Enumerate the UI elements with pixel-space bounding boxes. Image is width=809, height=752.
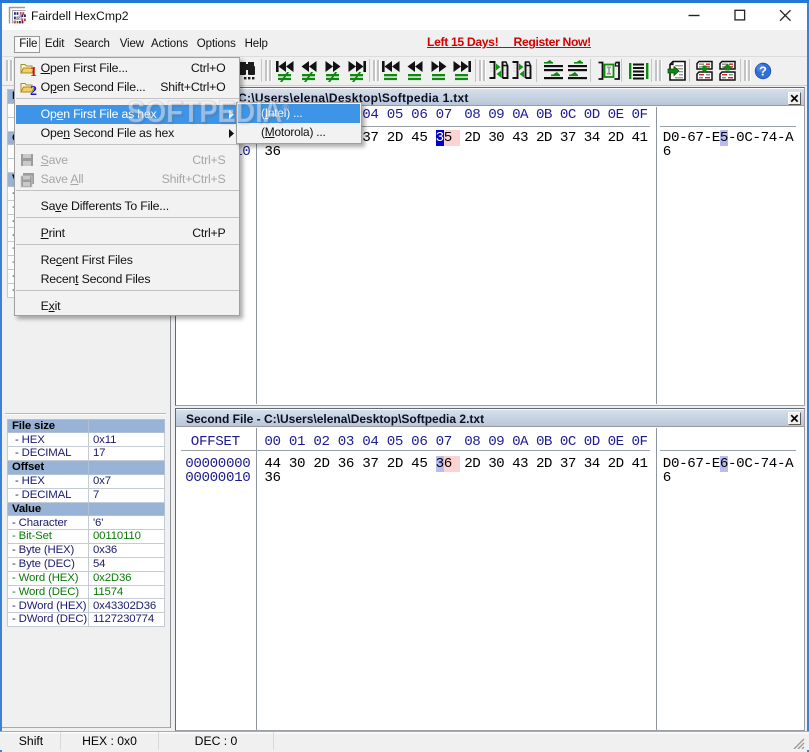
svg-text:?: ? [759, 64, 767, 79]
svg-text:1: 1 [30, 65, 37, 76]
svg-text:2: 2 [30, 84, 37, 95]
